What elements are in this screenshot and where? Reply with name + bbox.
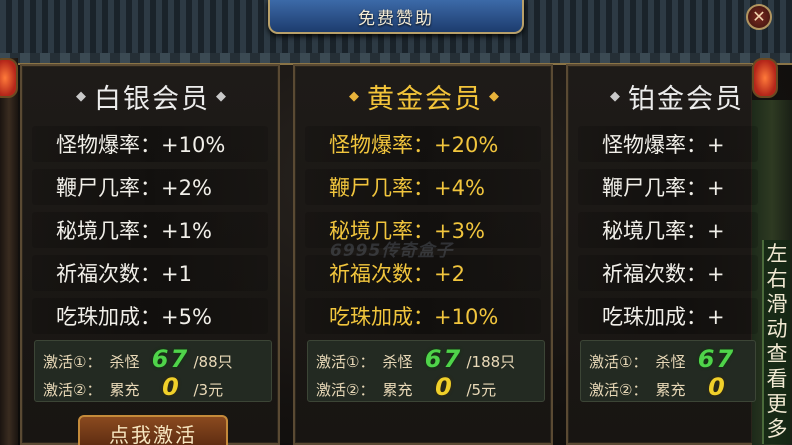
- tier-title: ◆ 黄金会员 ◆: [295, 76, 555, 116]
- stat-bead-bonus: 吃珠加成：+5%: [32, 298, 268, 334]
- stat-whip-rate: 鞭尸几率：+4%: [305, 169, 541, 205]
- activation-current: 0: [708, 373, 725, 401]
- activation-condition: 累充: [655, 381, 686, 399]
- stat-drop-rate: 怪物爆率：+20%: [305, 126, 541, 162]
- activate-button[interactable]: 点我激活: [78, 415, 228, 445]
- activation-row-kill: 激活①： 杀怪 67 /188只: [316, 345, 516, 373]
- activation-current: 0: [435, 373, 452, 401]
- title-plate: 免费赞助: [268, 0, 524, 34]
- activation-goal: /88只: [193, 353, 233, 371]
- activation-condition: 累充: [382, 381, 413, 399]
- activation-row-recharge: 激活②： 累充 0: [589, 373, 739, 401]
- activation-goal: /188只: [466, 353, 516, 371]
- tier-name: 黄金会员: [367, 83, 483, 115]
- activation-current: 0: [162, 373, 179, 401]
- stat-bead-bonus: 吃珠加成：+10%: [305, 298, 541, 334]
- diamond-icon: ◆: [216, 88, 228, 104]
- activation-label: 激活①：: [43, 353, 102, 371]
- activation-condition: 杀怪: [109, 353, 140, 371]
- watermark: 6995传奇盒子: [330, 241, 454, 261]
- tier-name: 白银会员: [94, 83, 210, 115]
- diamond-icon: ◆: [349, 88, 361, 104]
- left-pillar: [0, 58, 18, 445]
- activation-condition: 杀怪: [382, 353, 413, 371]
- tier-title: ◆ 铂金会员: [568, 76, 792, 116]
- activation-condition: 累充: [109, 381, 140, 399]
- activation-box: 激活①： 杀怪 67 /88只 激活②： 累充 0 /3元: [34, 340, 272, 402]
- close-icon[interactable]: ✕: [746, 4, 772, 30]
- stat-whip-rate: 鞭尸几率：+2%: [32, 169, 268, 205]
- activation-label: 激活①：: [316, 353, 375, 371]
- activation-label: 激活①：: [589, 353, 648, 371]
- sponsor-panel: 免费赞助 ✕ ◆ 白银会员 ◆ 怪物爆率：+10% 鞭尸几率：+2% 秘境几率：…: [0, 0, 792, 445]
- activation-row-recharge: 激活②： 累充 0 /3元: [43, 373, 224, 401]
- activation-row-kill: 激活①： 杀怪 67 /88只: [43, 345, 233, 373]
- diamond-icon: ◆: [610, 88, 622, 104]
- activation-goal: /5元: [466, 381, 497, 399]
- tier-name: 铂金会员: [628, 83, 744, 115]
- activation-current: 67: [697, 345, 736, 373]
- activation-label: 激活②：: [43, 381, 102, 399]
- diamond-icon: ◆: [76, 88, 88, 104]
- tier-title: ◆ 白银会员 ◆: [22, 76, 282, 116]
- stat-blessing-count: 祈福次数：+: [578, 255, 758, 291]
- stat-whip-rate: 鞭尸几率：+: [578, 169, 758, 205]
- swipe-hint: 左右滑动查看更多: [762, 240, 790, 444]
- activation-label: 激活②：: [316, 381, 375, 399]
- activation-box: 激活①： 杀怪 67 激活②： 累充 0: [580, 340, 756, 402]
- stat-blessing-count: 祈福次数：+1: [32, 255, 268, 291]
- stat-drop-rate: 怪物爆率：+: [578, 126, 758, 162]
- stat-secret-rate: 秘境几率：+: [578, 212, 758, 248]
- activation-current: 67: [424, 345, 463, 373]
- activation-label: 激活②：: [589, 381, 648, 399]
- tier-card-silver: ◆ 白银会员 ◆ 怪物爆率：+10% 鞭尸几率：+2% 秘境几率：+1% 祈福次…: [20, 64, 280, 445]
- stat-bead-bonus: 吃珠加成：+: [578, 298, 758, 334]
- activation-row-kill: 激活①： 杀怪 67: [589, 345, 739, 373]
- tier-card-platinum: ◆ 铂金会员 怪物爆率：+ 鞭尸几率：+ 秘境几率：+ 祈福次数：+ 吃珠加成：…: [566, 64, 758, 445]
- activation-box: 激活①： 杀怪 67 /188只 激活②： 累充 0 /5元: [307, 340, 545, 402]
- panel-title: 免费赞助: [358, 8, 434, 29]
- diamond-icon: ◆: [489, 88, 501, 104]
- activation-goal: /3元: [193, 381, 224, 399]
- activation-current: 67: [151, 345, 190, 373]
- stat-drop-rate: 怪物爆率：+10%: [32, 126, 268, 162]
- lantern-icon: [0, 58, 18, 98]
- activation-row-recharge: 激活②： 累充 0 /5元: [316, 373, 497, 401]
- activation-condition: 杀怪: [655, 353, 686, 371]
- stat-secret-rate: 秘境几率：+1%: [32, 212, 268, 248]
